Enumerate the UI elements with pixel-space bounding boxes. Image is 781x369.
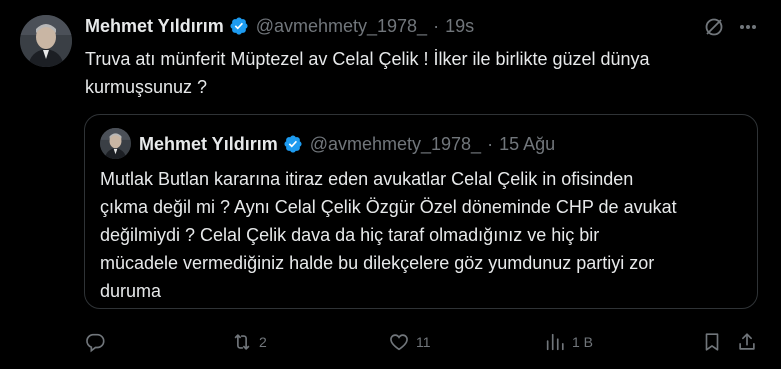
tweet-text: Truva atı münferit Müptezel av Celal Çel…: [85, 45, 735, 101]
reply-button[interactable]: [84, 329, 112, 355]
retweet-button[interactable]: 2: [231, 329, 267, 355]
author-handle[interactable]: @avmehmety_1978_: [256, 16, 427, 37]
quoted-text-line: değilmiydi ? Celal Çelik dava da hiç tar…: [100, 225, 600, 245]
share-icon: [739, 333, 755, 350]
more-icon[interactable]: [737, 16, 759, 38]
separator-dot: ·: [433, 15, 440, 36]
verified-badge-icon: [284, 135, 302, 153]
views-count: 1 B: [572, 334, 594, 350]
quoted-author-avatar: [100, 128, 131, 159]
tweet-header: Mehmet Yıldırım @avmehmety_1978_ · 19s: [85, 14, 474, 38]
quoted-text-line: duruma: [100, 281, 162, 301]
tweet-time[interactable]: 19s: [445, 16, 474, 37]
quoted-text-line: mücadele vermediğiniz halde bu dilekçele…: [100, 253, 655, 273]
tweet-text-line: kurmuşsunuz ?: [85, 77, 208, 97]
bookmark-icon: [705, 333, 719, 351]
share-button[interactable]: [736, 329, 758, 355]
separator-dot: ·: [487, 133, 494, 154]
views-icon: [546, 333, 564, 351]
verified-badge-icon[interactable]: [229, 16, 249, 36]
grok-icon[interactable]: [703, 16, 725, 38]
author-name[interactable]: Mehmet Yıldırım: [85, 16, 224, 37]
views-button[interactable]: 1 B: [544, 329, 593, 355]
quoted-text-line: çıkma değil mi ? Aynı Celal Çelik Özgür …: [100, 197, 677, 217]
like-button[interactable]: 11: [388, 329, 431, 355]
quoted-tweet-text: Mutlak Butlan kararına itiraz eden avuka…: [100, 165, 740, 305]
bookmark-button[interactable]: [701, 329, 723, 355]
tweet-text-line: Truva atı münferit Müptezel av Celal Çel…: [85, 49, 650, 69]
quoted-author-name: Mehmet Yıldırım: [139, 133, 278, 154]
quoted-author-handle: @avmehmety_1978_: [309, 133, 482, 154]
like-count: 11: [416, 334, 431, 350]
like-icon: [390, 334, 408, 351]
quoted-tweet-header: Mehmet Yıldırım @avmehmety_1978_ · 15 Ağ…: [139, 133, 555, 155]
reply-icon: [86, 333, 105, 353]
author-avatar[interactable]: [20, 15, 72, 67]
action-bar: 2 11 1 B: [84, 329, 760, 355]
retweet-icon: [234, 334, 250, 350]
retweet-count: 2: [259, 334, 267, 350]
quoted-tweet-time: 15 Ağu: [499, 133, 556, 154]
quoted-text-line: Mutlak Butlan kararına itiraz eden avuka…: [100, 169, 634, 189]
